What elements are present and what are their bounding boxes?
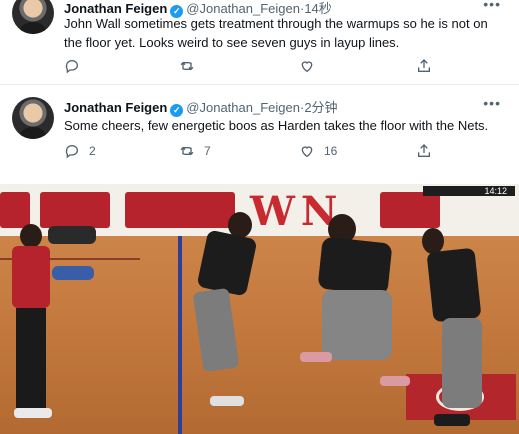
tweet-text: John Wall sometimes gets treatment throu… bbox=[64, 16, 488, 50]
reply-icon bbox=[65, 59, 78, 74]
share-icon bbox=[418, 144, 430, 157]
more-options-icon[interactable]: ••• bbox=[483, 0, 501, 12]
like-icon bbox=[301, 61, 313, 73]
like-icon bbox=[301, 146, 313, 158]
resistance-band bbox=[52, 266, 94, 280]
player-warming-up bbox=[180, 212, 270, 412]
player-harden bbox=[300, 214, 410, 414]
reply-button[interactable] bbox=[64, 58, 89, 74]
tweet-photo[interactable]: WN 14:12 bbox=[0, 184, 519, 434]
reply-icon bbox=[65, 144, 78, 159]
share-button[interactable] bbox=[416, 143, 432, 159]
tweet-actions bbox=[64, 58, 444, 78]
retweet-button[interactable]: 7 bbox=[179, 143, 211, 159]
reply-button[interactable]: 2 bbox=[64, 143, 96, 159]
share-button[interactable] bbox=[416, 58, 432, 74]
tweet-text: Some cheers, few energetic boos as Harde… bbox=[64, 118, 489, 133]
like-count: 16 bbox=[324, 144, 338, 158]
retweet-count: 7 bbox=[204, 144, 211, 158]
tweet[interactable]: Jonathan Feigen ✓ @Jonathan_Feigen·2分钟 •••… bbox=[0, 84, 519, 185]
tweet-header: Jonathan Feigen ✓ @Jonathan_Feigen·2分钟 bbox=[64, 97, 338, 117]
scoreboard: 14:12 bbox=[423, 186, 515, 196]
more-options-icon[interactable]: ••• bbox=[483, 95, 501, 111]
retweet-icon bbox=[180, 61, 194, 71]
like-button[interactable] bbox=[299, 58, 324, 74]
player-warming-up bbox=[412, 228, 502, 428]
board-logo-segment bbox=[0, 192, 30, 228]
share-icon bbox=[418, 59, 430, 72]
author-name[interactable]: Jonathan Feigen bbox=[64, 100, 167, 115]
person-staff bbox=[8, 224, 56, 434]
tweet[interactable]: Jonathan Feigen ✓ @Jonathan_Feigen·14秒 •••… bbox=[0, 0, 519, 84]
board-logo-segment bbox=[40, 192, 110, 228]
author-handle[interactable]: @Jonathan_Feigen bbox=[186, 100, 300, 115]
tweet-time[interactable]: 2分钟 bbox=[304, 100, 337, 115]
like-button[interactable]: 16 bbox=[299, 143, 337, 159]
tweet-actions: 2 7 16 bbox=[64, 143, 444, 163]
author-avatar[interactable] bbox=[12, 0, 54, 34]
reply-count: 2 bbox=[89, 144, 96, 158]
author-avatar[interactable] bbox=[12, 97, 54, 139]
retweet-icon bbox=[180, 146, 194, 156]
retweet-button[interactable] bbox=[179, 58, 204, 74]
